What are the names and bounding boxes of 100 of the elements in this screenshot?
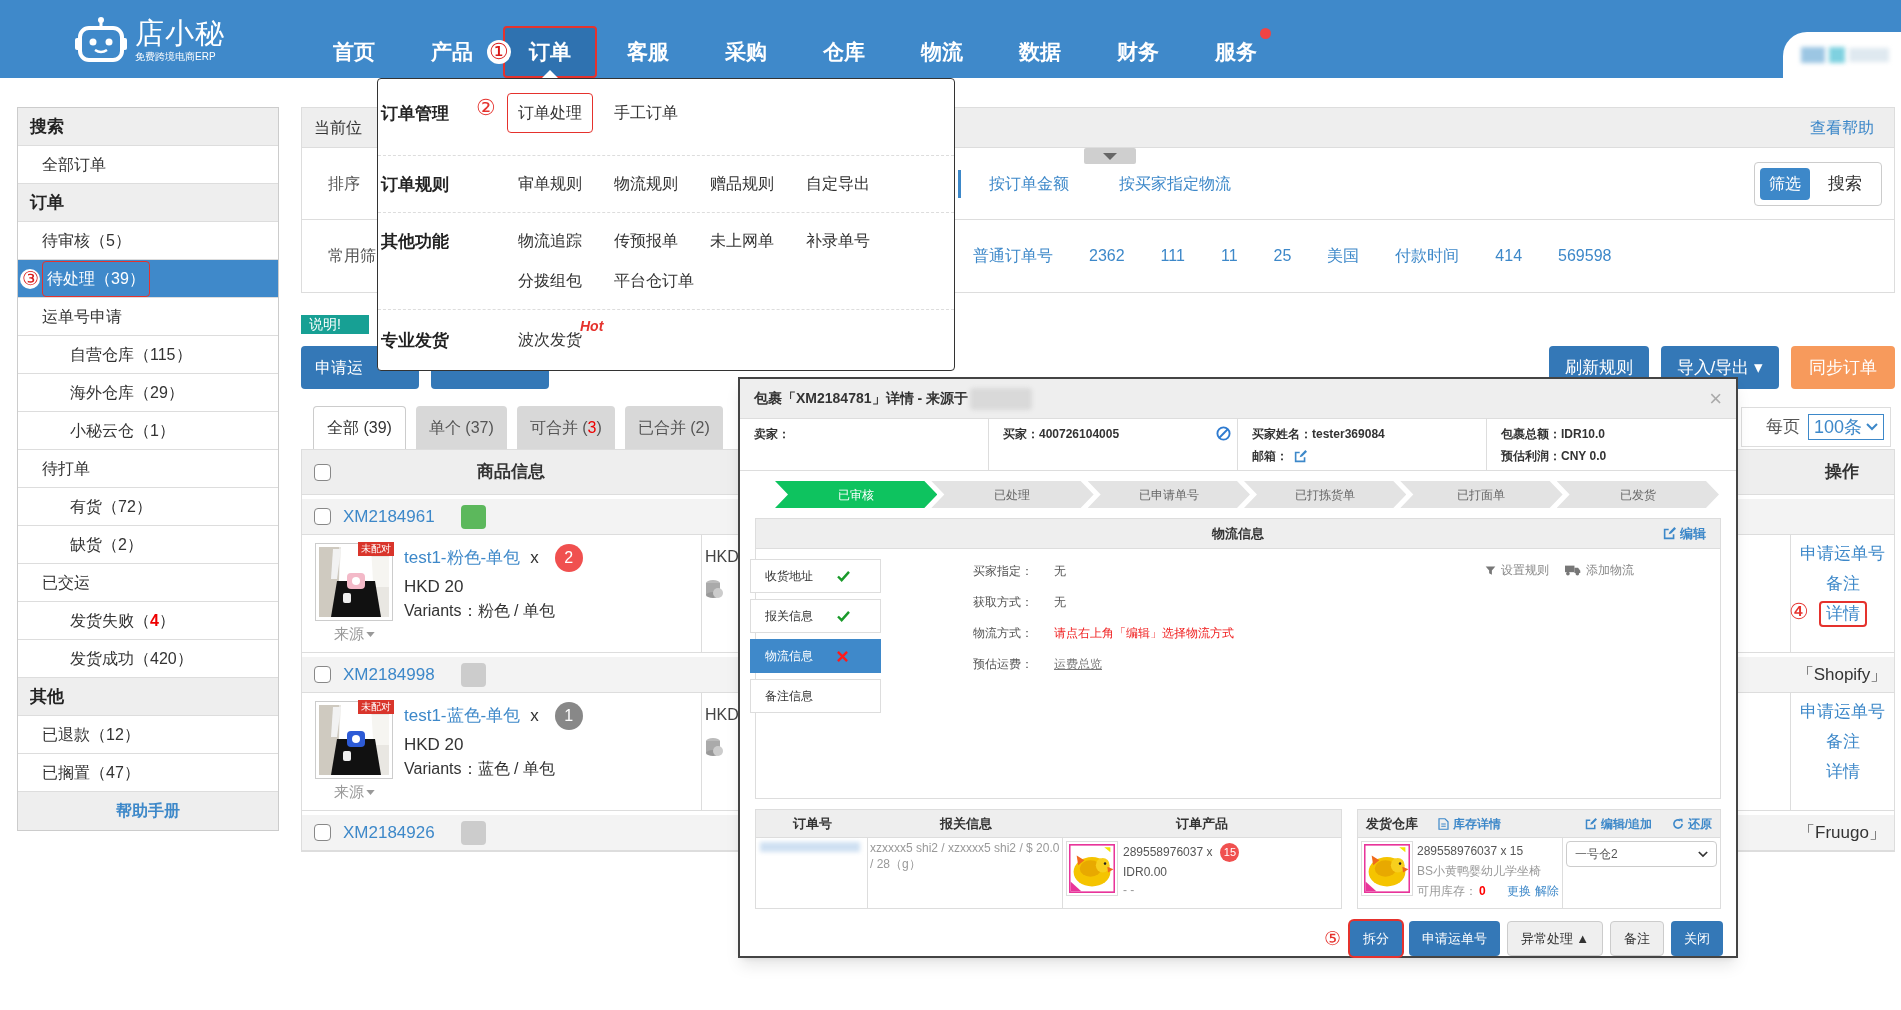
dialog-button[interactable]: 拆分 [1349,921,1402,956]
info-value: 400726104005 [1039,426,1120,443]
order-link[interactable]: XM2184926 [343,819,435,846]
product-link[interactable]: test1-粉色-单包 [404,545,521,571]
section-tab[interactable]: 物流信息 [750,639,881,673]
tab[interactable]: 单个 (37) [415,406,507,449]
account-tab[interactable] [1783,32,1901,78]
action-link[interactable]: 备注 [1825,729,1860,755]
menu-link[interactable]: 未上网单 [710,229,774,253]
dialog-button[interactable]: 关闭 [1671,921,1723,956]
sidebar-item[interactable]: 运单号申请 [18,298,278,336]
section-tab[interactable]: 备注信息 [750,679,881,713]
menu-link[interactable]: 分拨组包 [518,269,582,293]
tool-link[interactable]: 设置规则 [1485,561,1549,579]
dialog-button[interactable]: 异常处理 ▲ [1506,921,1603,956]
dialog-button[interactable]: 备注 [1610,921,1664,956]
action-link[interactable]: 申请运单号 [1800,699,1885,725]
per-page-select[interactable]: 100条 [1807,414,1884,440]
tool-link[interactable]: 添加物流 [1565,561,1634,579]
menu-link[interactable]: 订单处理 [507,93,593,133]
checkbox[interactable] [314,508,331,525]
tab[interactable]: 全部 (39) [313,406,406,449]
source-dropdown[interactable]: 来源 [333,623,375,646]
action-link[interactable]: 申请运单号 [1800,541,1885,567]
filter-option[interactable]: 付款时间 [1395,244,1460,268]
toggle-button[interactable]: 筛选 [1760,167,1810,200]
sidebar-item[interactable]: 有货（72） [18,488,278,526]
item-label: 发货失败（4） [70,610,175,631]
header-link[interactable]: 编辑/追加 [1584,814,1652,833]
edit-link[interactable]: 编辑 [1663,523,1706,544]
filter-option[interactable]: 569598 [1558,244,1612,268]
nav-tab[interactable]: 客服 [619,26,677,78]
nav-tab[interactable]: 采购 [717,26,775,78]
freight-link[interactable]: 运费总览 [1054,654,1102,673]
source-dropdown[interactable]: 来源 [333,781,375,804]
nav-tab[interactable]: 物流 [913,26,971,78]
nav-tab[interactable]: 产品 [423,26,481,78]
tab[interactable]: 已合并 (2) [624,406,723,449]
filter-option[interactable]: 11 [1220,244,1238,268]
menu-link[interactable]: 传预报单 [614,229,678,253]
item-link[interactable]: 解除 [1535,881,1559,901]
order-link[interactable]: XM2184998 [343,661,435,688]
menu-link[interactable]: 平台仓订单 [614,269,694,293]
filter-option[interactable]: 普通订单号 [973,244,1053,268]
checkbox[interactable] [314,824,331,841]
menu-link[interactable]: 补录单号 [806,229,870,253]
checkbox[interactable] [314,666,331,683]
nav-tab[interactable]: 财务 [1109,26,1167,78]
action-link[interactable]: 详情 [1818,601,1867,627]
sidebar-item[interactable]: 自营仓库（115） [18,336,278,374]
unmatched-tag: 未配对 [358,700,394,714]
help-link[interactable]: 查看帮助 [1810,115,1874,140]
filter-option[interactable]: 美国 [1327,244,1360,268]
product-link[interactable]: test1-蓝色-单包 [404,703,521,729]
block-icon[interactable] [1216,426,1231,441]
toggle-button[interactable]: 搜索 [1814,167,1876,200]
tab[interactable]: 可合并 (3) [516,406,615,449]
section-tab[interactable]: 报关信息 [750,599,881,633]
filter-option[interactable]: 414 [1495,244,1523,268]
help-link[interactable]: 帮助手册 [18,792,278,830]
nav-tab[interactable]: 服务 [1207,26,1265,78]
sidebar-item[interactable]: 缺货（2） [18,526,278,564]
filter-option[interactable]: 25 [1273,244,1292,268]
menu-link[interactable]: 物流规则 [614,172,678,196]
menu-link[interactable]: 物流追踪 [518,229,582,253]
warehouse-select[interactable]: 一号仓2 [1566,841,1717,867]
truck-icon [1565,564,1581,576]
header-link[interactable]: 还原 [1672,814,1712,833]
menu-link[interactable]: 手工订单 [614,101,678,125]
info-label: 邮箱： [1252,448,1288,465]
header-link[interactable]: 库存详情 [1438,814,1501,833]
menu-link[interactable]: 审单规则 [518,172,582,196]
sidebar-item[interactable]: ③ 待处理（39） [18,260,278,298]
sidebar-item[interactable]: 待打单 [18,450,278,488]
order-link[interactable]: XM2184961 [343,503,435,530]
menu-link[interactable]: 自定导出 [806,172,870,196]
action-link[interactable]: 备注 [1825,571,1860,597]
progress-step: 已发货 [1556,481,1719,508]
refresh-icon [1672,817,1684,830]
sidebar-item[interactable]: 已交运 [18,564,278,602]
nav-tab[interactable]: 仓库 [815,26,873,78]
menu-link[interactable]: 赠品规则 [710,172,774,196]
dialog-button[interactable]: 申请运单号 [1408,921,1500,956]
filter-option[interactable]: 111 [1160,244,1185,268]
sidebar-item[interactable]: 海外仓库（29） [18,374,278,412]
filter-option[interactable]: 按订单金额 [989,171,1069,196]
action-button[interactable]: 同步订单 [1791,346,1895,389]
checkbox[interactable] [314,463,331,481]
edit-icon[interactable] [1294,449,1307,463]
filter-option[interactable]: 按买家指定物流 [1119,171,1231,196]
sidebar-item[interactable]: 发货失败（4） [18,602,278,640]
section-tab[interactable]: 收货地址 [750,559,881,593]
item-link[interactable]: 更换 [1507,881,1531,901]
collapse-tab[interactable] [1084,148,1136,164]
action-link[interactable]: 详情 [1825,759,1860,785]
nav-tab[interactable]: 首页 [325,26,383,78]
sidebar-item[interactable]: 小秘云仓（1） [18,412,278,450]
filter-option[interactable]: 2362 [1089,244,1125,268]
sidebar-item[interactable]: 已退款（12） [18,716,278,754]
nav-tab[interactable]: 数据 [1011,26,1069,78]
